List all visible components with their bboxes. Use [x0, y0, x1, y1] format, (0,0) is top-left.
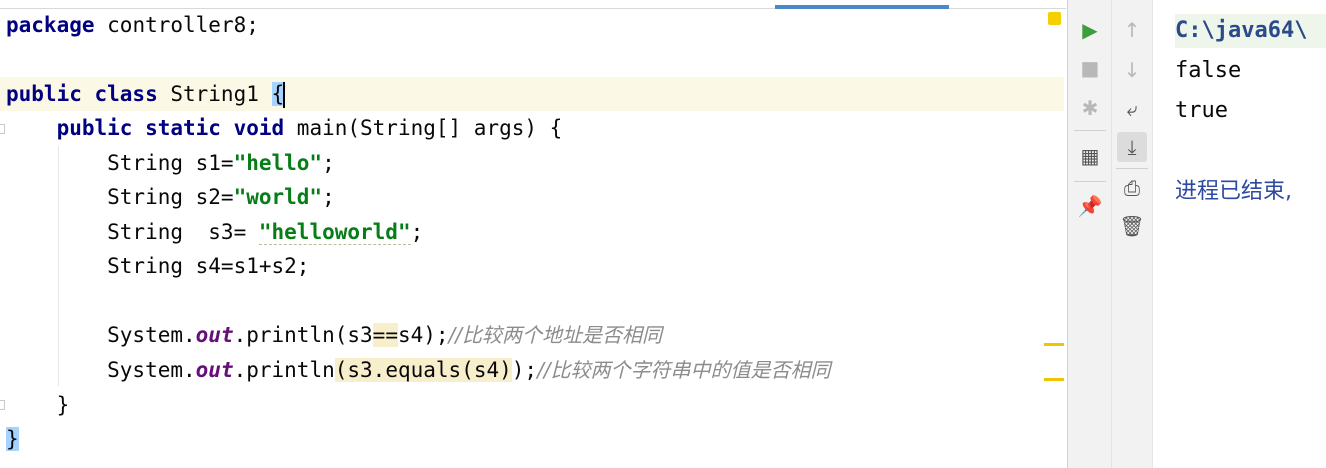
- code-token: s4);: [397, 323, 449, 347]
- code-token: );: [511, 358, 538, 382]
- pin-icon[interactable]: 📌: [1075, 191, 1105, 221]
- analysis-status-icon[interactable]: [1048, 12, 1061, 25]
- code-token: String1: [157, 82, 272, 106]
- code-line-s2[interactable]: String s2="world";: [6, 180, 335, 214]
- code-token: ==: [372, 323, 398, 347]
- code-token: //比较两个字符串中的值是否相同: [537, 358, 831, 382]
- console-output-line: false: [1175, 58, 1242, 83]
- code-token: String s3=: [6, 220, 259, 244]
- code-token: "helloworld": [258, 220, 411, 245]
- console-exit-message: 进程已结束,: [1175, 179, 1292, 204]
- code-line-close-method[interactable]: }: [6, 388, 70, 422]
- code-token: "world": [233, 185, 323, 209]
- code-token: }: [6, 393, 70, 417]
- up-arrow-icon[interactable]: ↑: [1117, 15, 1147, 45]
- code-token: }: [6, 427, 19, 451]
- code-token: String s2=: [6, 185, 234, 209]
- code-line-main[interactable]: public static void main(String[] args) {: [6, 111, 563, 145]
- toolbar-separator: [1074, 130, 1106, 131]
- code-line-print-equals[interactable]: System.out.println(s3.equals(s4));//比较两个…: [6, 353, 831, 387]
- code-token: out: [195, 358, 234, 382]
- code-token: public static void: [56, 116, 285, 140]
- debug-icon[interactable]: ✱: [1075, 93, 1105, 123]
- toolbar-separator: [1074, 181, 1106, 182]
- code-token: main(String[] args) {: [284, 116, 563, 140]
- run-toolbar-right: ↑ ↓ ⤶ ⤓ ⎙ 🗑: [1111, 0, 1152, 468]
- scroll-to-end-icon[interactable]: ⤓: [1117, 132, 1147, 162]
- code-token: public class: [6, 82, 158, 106]
- scrollbar-warning-marker[interactable]: [1044, 378, 1064, 381]
- code-line-close-class[interactable]: }: [6, 422, 19, 456]
- code-token: //比较两个地址是否相同: [448, 323, 663, 347]
- code-line-print-equality[interactable]: System.out.println(s3==s4);//比较两个地址是否相同: [6, 318, 662, 352]
- active-tab-indicator[interactable]: [775, 5, 949, 9]
- console-command-line: C:\java64\: [1175, 14, 1326, 48]
- print-icon[interactable]: ⎙: [1117, 173, 1147, 203]
- stop-icon[interactable]: ■: [1075, 53, 1105, 83]
- text-cursor: [283, 82, 286, 108]
- code-line-s3[interactable]: String s3= "helloworld";: [6, 215, 423, 249]
- code-token: System.: [6, 358, 196, 382]
- console-output-line: true: [1175, 98, 1228, 123]
- run-console[interactable]: C:\java64\ false true 进程已结束,: [1152, 0, 1326, 468]
- code-token: out: [195, 323, 234, 347]
- code-line-package[interactable]: package controller8;: [6, 8, 259, 42]
- trash-icon[interactable]: 🗑: [1117, 211, 1147, 241]
- code-token: .println: [233, 358, 335, 382]
- code-token: controller8;: [94, 13, 259, 37]
- code-token: package: [6, 13, 95, 37]
- code-line-s1[interactable]: String s1="hello";: [6, 146, 335, 180]
- scrollbar-warning-marker[interactable]: [1044, 343, 1064, 346]
- code-token: ;: [322, 151, 335, 175]
- code-token: ;: [322, 185, 335, 209]
- code-token: "hello": [233, 151, 323, 175]
- run-icon[interactable]: ▶: [1075, 15, 1105, 45]
- fold-marker-icon[interactable]: [0, 124, 5, 134]
- code-token: String s1=: [6, 151, 234, 175]
- code-line-s4[interactable]: String s4=s1+s2;: [6, 249, 309, 283]
- fold-marker-icon[interactable]: [0, 400, 5, 410]
- code-line-class[interactable]: public class String1 {: [6, 77, 286, 111]
- code-token: (s3.equals(s4): [334, 358, 512, 382]
- code-editor[interactable]: package controller8; public class String…: [0, 0, 1066, 468]
- code-token: System.: [6, 323, 196, 347]
- run-toolbar-left: ▶ ■ ✱ ▦ 📌: [1067, 0, 1112, 468]
- layout-icon[interactable]: ▦: [1075, 141, 1105, 171]
- soft-wrap-icon[interactable]: ⤶: [1117, 94, 1147, 124]
- down-arrow-icon[interactable]: ↓: [1117, 55, 1147, 85]
- code-token: .println(s3: [233, 323, 373, 347]
- toolbar-separator: [1116, 168, 1148, 169]
- code-token: ;: [410, 220, 424, 244]
- code-token: String s4=s1+s2;: [6, 254, 310, 278]
